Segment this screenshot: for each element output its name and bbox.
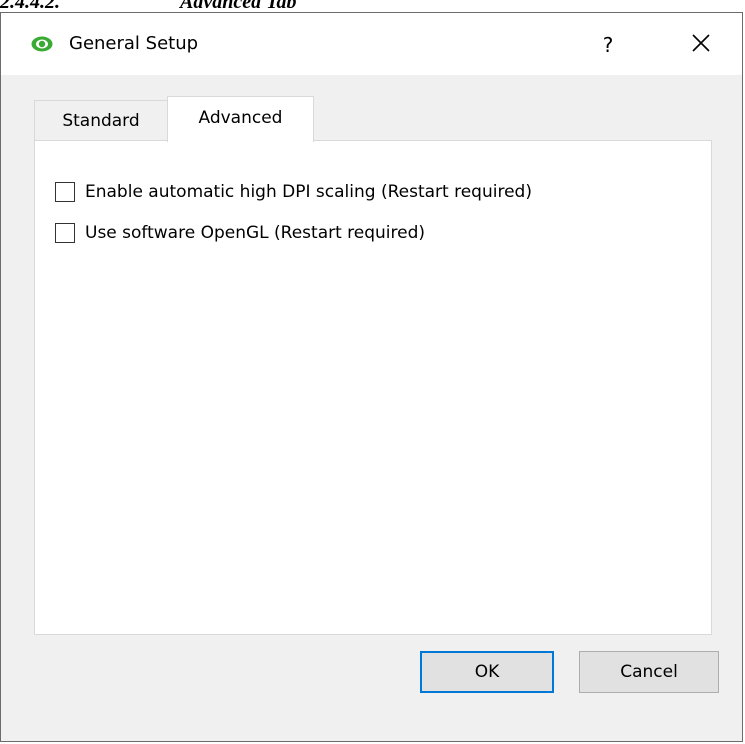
tab-advanced[interactable]: Advanced	[167, 96, 314, 142]
close-button[interactable]	[673, 25, 729, 65]
advanced-tab-panel: Enable automatic high DPI scaling (Resta…	[34, 140, 712, 635]
high-dpi-checkbox[interactable]	[55, 182, 75, 202]
tab-standard[interactable]: Standard	[34, 100, 168, 140]
general-setup-dialog: General Setup ? Standard Advanced Enable…	[0, 12, 743, 742]
close-icon	[692, 34, 710, 56]
help-button[interactable]: ?	[585, 25, 631, 65]
software-opengl-label[interactable]: Use software OpenGL (Restart required)	[85, 223, 425, 243]
ok-button[interactable]: OK	[420, 651, 554, 693]
cancel-button[interactable]: Cancel	[579, 651, 719, 693]
high-dpi-label[interactable]: Enable automatic high DPI scaling (Resta…	[85, 182, 532, 202]
dialog-title: General Setup	[69, 33, 199, 54]
eye-icon	[31, 35, 53, 53]
software-opengl-checkbox[interactable]	[55, 223, 75, 243]
title-bar[interactable]: General Setup ?	[1, 13, 742, 75]
software-opengl-option[interactable]: Use software OpenGL (Restart required)	[55, 219, 425, 247]
high-dpi-option[interactable]: Enable automatic high DPI scaling (Resta…	[55, 178, 532, 206]
